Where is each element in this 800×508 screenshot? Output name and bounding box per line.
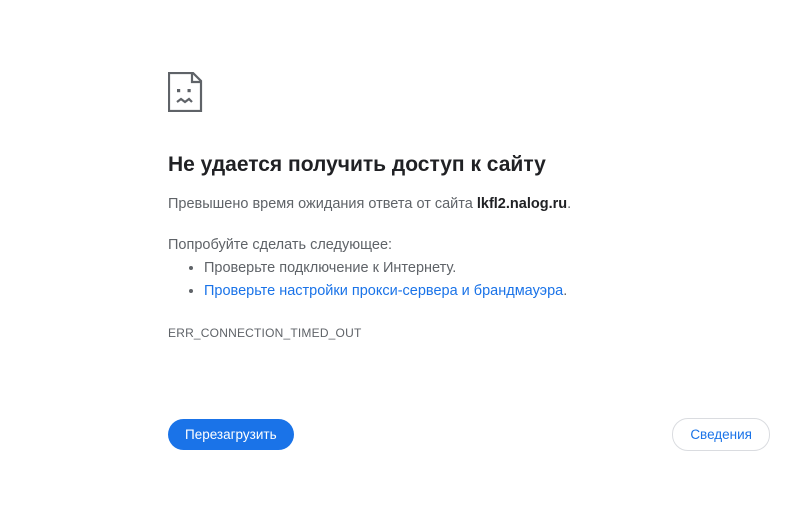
list-item: Проверьте подключение к Интернету. [204,257,700,279]
subtext-prefix: Превышено время ожидания ответа от сайта [168,196,477,212]
proxy-firewall-link[interactable]: Проверьте настройки прокси-сервера и бра… [204,283,563,299]
suggestion-text: Проверьте подключение к Интернету. [204,260,456,276]
reload-button[interactable]: Перезагрузить [168,419,294,450]
sad-page-icon [168,72,700,117]
error-site: lkfl2.nalog.ru [477,196,567,212]
error-page: Не удается получить доступ к сайту Превы… [0,0,800,508]
details-button[interactable]: Сведения [672,418,770,451]
error-code: ERR_CONNECTION_TIMED_OUT [168,326,700,340]
suggestions-list: Проверьте подключение к Интернету. Прове… [168,257,700,302]
subtext-suffix: . [567,196,571,212]
error-heading: Не удается получить доступ к сайту [168,153,700,177]
list-item: Проверьте настройки прокси-сервера и бра… [204,280,700,302]
suggestion-suffix: . [563,283,567,299]
button-row: Перезагрузить Сведения [168,418,770,451]
try-label: Попробуйте сделать следующее: [168,237,700,253]
error-subtext: Превышено время ожидания ответа от сайта… [168,193,700,215]
